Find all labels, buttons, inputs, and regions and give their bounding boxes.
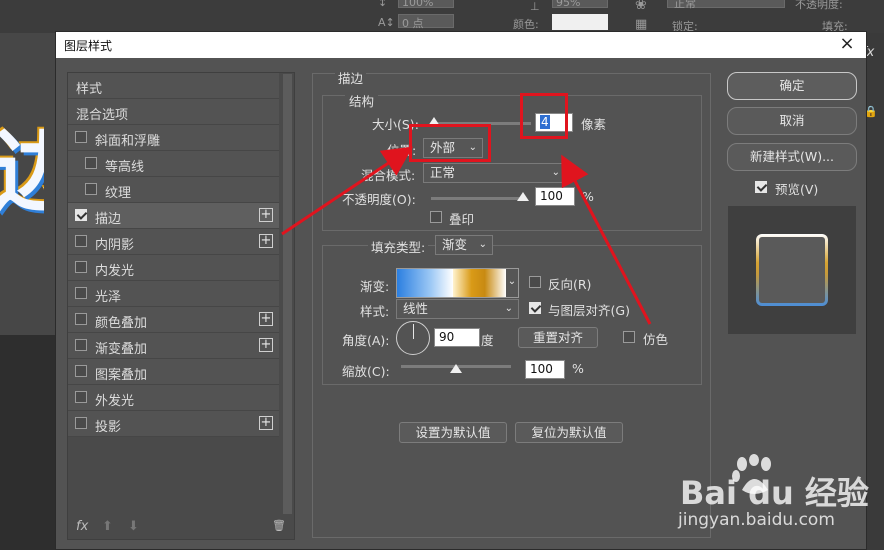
annotation-arrow-left: [281, 146, 413, 236]
watermark-url: jingyan.baidu.com: [678, 510, 835, 530]
watermark-logo-text: Bai du 经验: [680, 474, 869, 512]
annotation-arrow-right: [561, 154, 652, 325]
